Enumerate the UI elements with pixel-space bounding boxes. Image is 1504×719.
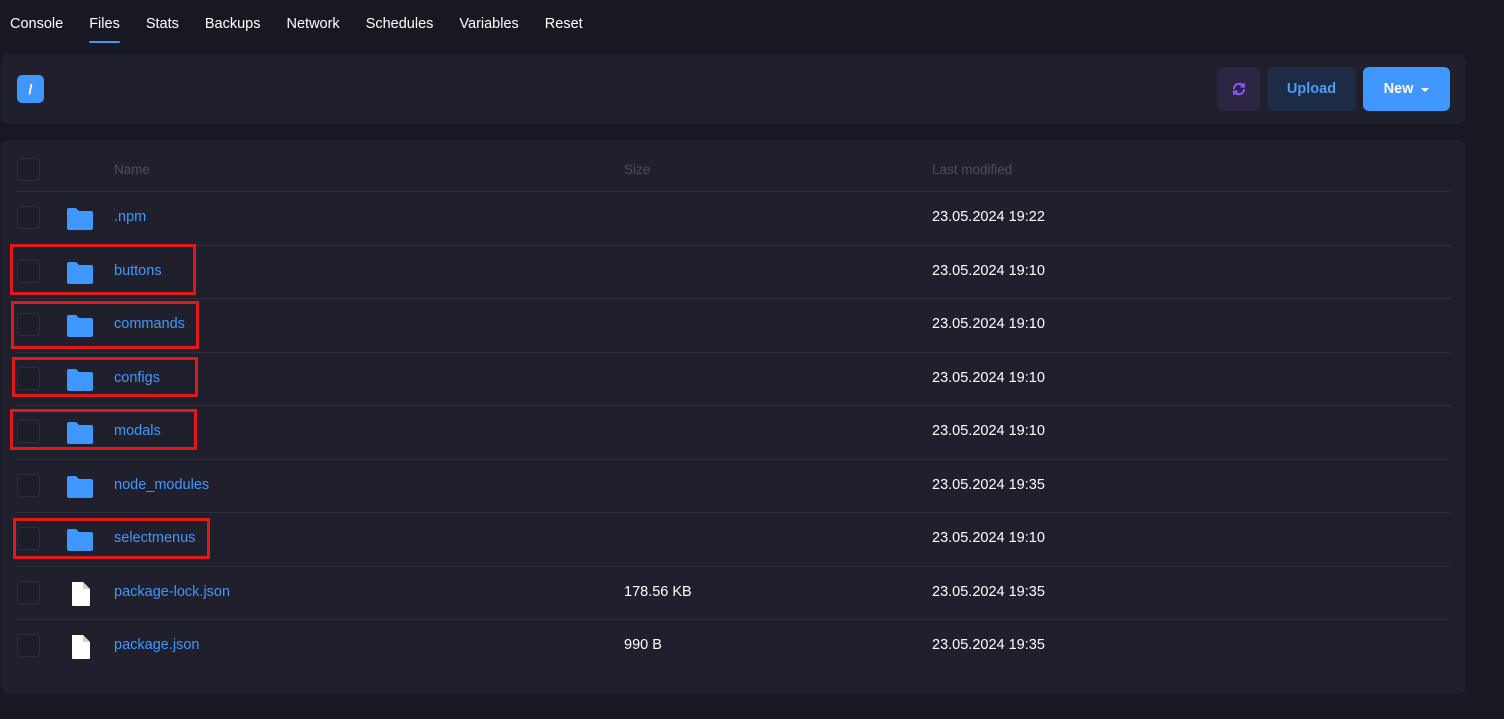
folder-icon bbox=[66, 206, 94, 232]
column-header-size[interactable]: Size bbox=[624, 162, 650, 177]
refresh-button[interactable] bbox=[1217, 67, 1260, 111]
file-toolbar: / Upload New bbox=[1, 54, 1466, 124]
file-size: 990 B bbox=[624, 637, 662, 653]
table-row[interactable]: .npm 23.05.2024 19:22 bbox=[16, 192, 1450, 246]
table-row[interactable]: node_modules 23.05.2024 19:35 bbox=[16, 460, 1450, 513]
tab-files[interactable]: Files bbox=[89, 0, 120, 43]
file-name-link[interactable]: node_modules bbox=[114, 477, 209, 493]
table-row[interactable]: buttons 23.05.2024 19:10 bbox=[16, 246, 1450, 299]
table-row[interactable]: commands 23.05.2024 19:10 bbox=[16, 299, 1450, 353]
file-list: Name Size Last modified .npm 23.05.2024 1… bbox=[1, 140, 1466, 694]
row-checkbox[interactable] bbox=[17, 420, 40, 443]
file-modified-date: 23.05.2024 19:10 bbox=[932, 316, 1045, 332]
new-button-label: New bbox=[1383, 81, 1414, 97]
file-name-link[interactable]: configs bbox=[114, 370, 160, 386]
row-checkbox[interactable] bbox=[17, 206, 40, 229]
new-button[interactable]: New bbox=[1363, 67, 1450, 111]
file-modified-date: 23.05.2024 19:10 bbox=[932, 369, 1045, 386]
caret-down-icon bbox=[1421, 87, 1430, 92]
file-name-link[interactable]: commands bbox=[114, 316, 185, 332]
file-name-link[interactable]: modals bbox=[114, 423, 161, 439]
upload-button-label: Upload bbox=[1286, 81, 1337, 97]
file-modified-date: 23.05.2024 19:10 bbox=[932, 530, 1045, 546]
file-modified-date: 23.05.2024 19:35 bbox=[932, 583, 1045, 600]
table-row[interactable]: configs 23.05.2024 19:10 bbox=[16, 353, 1450, 406]
row-checkbox[interactable] bbox=[17, 366, 40, 390]
table-row[interactable]: selectmenus 23.05.2024 19:10 bbox=[16, 513, 1450, 567]
file-icon bbox=[66, 634, 94, 660]
file-modified-date: 23.05.2024 19:35 bbox=[932, 637, 1045, 653]
tab-schedules[interactable]: Schedules bbox=[366, 0, 434, 43]
file-modified-date: 23.05.2024 19:35 bbox=[932, 476, 1045, 493]
select-all-checkbox[interactable] bbox=[17, 158, 40, 181]
file-name-link[interactable]: buttons bbox=[114, 263, 162, 279]
file-modified-date: 23.05.2024 19:10 bbox=[932, 423, 1045, 439]
table-row[interactable]: package-lock.json 178.56 KB 23.05.2024 19:… bbox=[16, 567, 1450, 620]
row-checkbox[interactable] bbox=[17, 313, 40, 336]
tab-reset[interactable]: Reset bbox=[545, 0, 583, 43]
file-name-link[interactable]: package-lock.json bbox=[114, 584, 230, 600]
row-checkbox[interactable] bbox=[17, 473, 40, 497]
folder-icon bbox=[66, 527, 94, 553]
table-header: Name Size Last modified bbox=[16, 152, 1450, 192]
file-modified-date: 23.05.2024 19:22 bbox=[932, 209, 1045, 225]
file-name-link[interactable]: .npm bbox=[114, 209, 146, 225]
refresh-icon bbox=[1232, 82, 1245, 96]
table-row[interactable]: package.json 990 B 23.05.2024 19:35 bbox=[16, 620, 1450, 674]
file-name-link[interactable]: selectmenus bbox=[114, 530, 195, 546]
folder-icon bbox=[66, 313, 94, 339]
row-checkbox[interactable] bbox=[17, 580, 40, 604]
tab-stats[interactable]: Stats bbox=[146, 0, 179, 43]
file-icon bbox=[66, 581, 94, 607]
file-name-link[interactable]: package.json bbox=[114, 637, 199, 653]
column-header-name[interactable]: Name bbox=[114, 162, 150, 177]
tab-network[interactable]: Network bbox=[287, 0, 340, 43]
folder-icon bbox=[66, 260, 94, 286]
file-modified-date: 23.05.2024 19:10 bbox=[932, 262, 1045, 279]
breadcrumb-root[interactable]: / bbox=[17, 75, 44, 103]
upload-button[interactable]: Upload bbox=[1267, 67, 1356, 111]
row-checkbox[interactable] bbox=[17, 259, 40, 283]
row-checkbox[interactable] bbox=[17, 527, 40, 550]
folder-icon bbox=[66, 420, 94, 446]
tab-console[interactable]: Console bbox=[10, 0, 63, 43]
tab-variables[interactable]: Variables bbox=[459, 0, 518, 43]
folder-icon bbox=[66, 474, 94, 500]
column-header-modified[interactable]: Last modified bbox=[932, 162, 1012, 177]
tab-backups[interactable]: Backups bbox=[205, 0, 261, 43]
row-checkbox[interactable] bbox=[17, 634, 40, 657]
file-size: 178.56 KB bbox=[624, 583, 692, 600]
table-row[interactable]: modals 23.05.2024 19:10 bbox=[16, 406, 1450, 460]
top-navigation: Console Files Stats Backups Network Sche… bbox=[0, 0, 1504, 48]
folder-icon bbox=[66, 367, 94, 393]
